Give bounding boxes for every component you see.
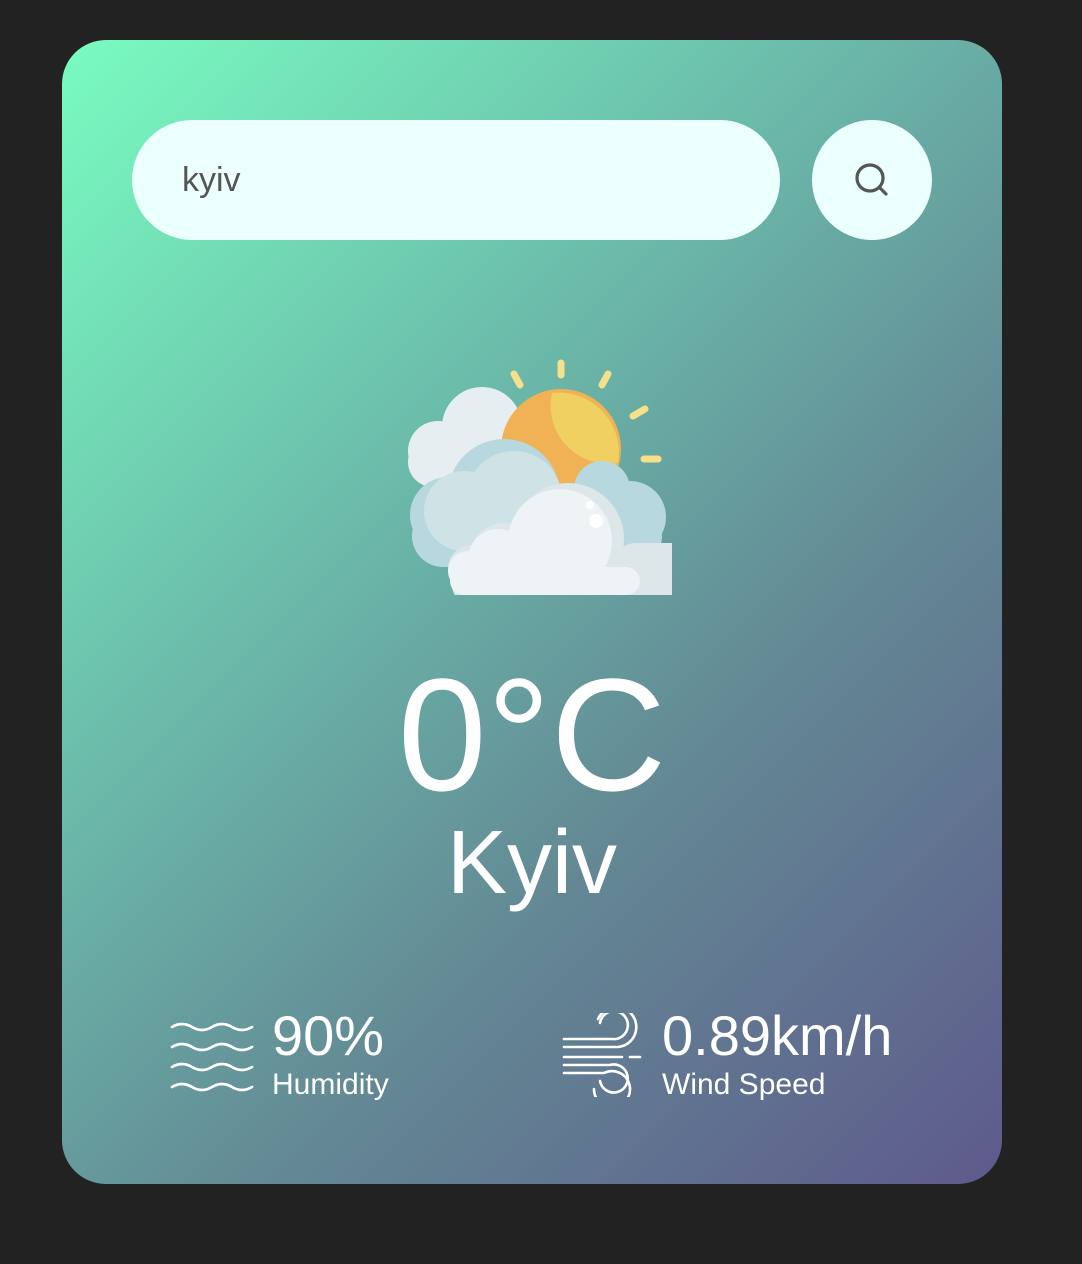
partly-cloudy-icon <box>408 359 672 595</box>
temperature: 0°C <box>397 645 667 824</box>
search-input[interactable] <box>132 120 780 240</box>
humidity-detail: 90% Humidity <box>170 1008 389 1101</box>
weather-card: 0°C Kyiv 90% Humidity <box>62 40 1002 1184</box>
humidity-icon <box>170 1022 254 1091</box>
wind-detail: 0.89km/h Wind Speed <box>560 1008 892 1101</box>
humidity-label: Humidity <box>272 1068 389 1101</box>
wind-label: Wind Speed <box>662 1068 826 1101</box>
city-name: Kyiv <box>446 813 618 913</box>
wind-icon <box>562 1012 642 1097</box>
search-icon <box>855 163 888 196</box>
search-button[interactable] <box>812 120 932 240</box>
wind-value: 0.89km/h <box>662 1004 893 1067</box>
humidity-value: 90% <box>272 1004 385 1067</box>
